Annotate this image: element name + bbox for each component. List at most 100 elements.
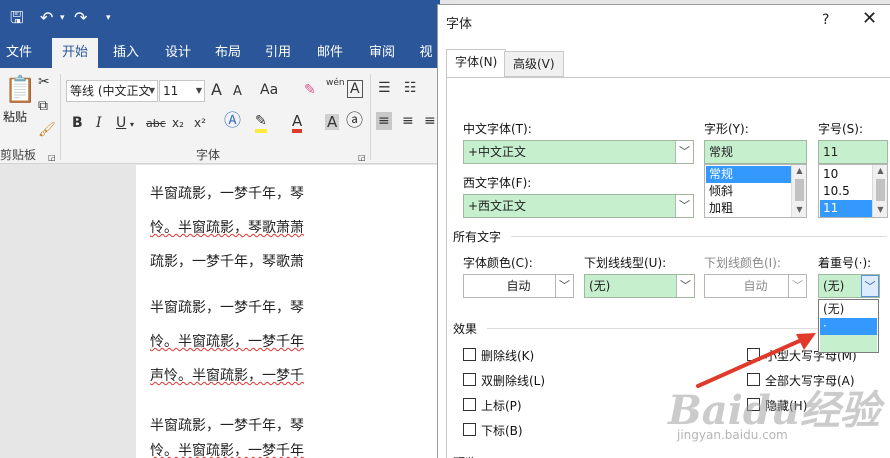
chevron-down-icon[interactable]: ▾: [130, 117, 134, 133]
align-left-icon[interactable]: ≡: [376, 112, 392, 130]
tab-insert[interactable]: 插入: [106, 38, 146, 68]
char-shading-icon[interactable]: A: [325, 114, 340, 130]
chevron-down-icon[interactable]: ﹀: [676, 275, 694, 297]
grow-font-icon[interactable]: A: [211, 82, 222, 98]
font-color-label: 字体颜色(C):: [463, 256, 533, 270]
chevron-down-icon[interactable]: ﹀: [675, 195, 693, 217]
enclose-char-icon[interactable]: ⓐ: [346, 113, 363, 130]
underline-style-select[interactable]: (无) ﹀: [584, 274, 695, 298]
underline-icon[interactable]: U: [116, 115, 126, 131]
scroll-up-icon[interactable]: ▲: [873, 166, 887, 175]
bold-icon[interactable]: B: [72, 115, 83, 131]
subscript-icon[interactable]: x₂: [172, 115, 184, 131]
align-center-icon[interactable]: ≡: [402, 113, 414, 129]
format-painter-icon[interactable]: 🖌: [38, 122, 56, 138]
subscript-checkbox[interactable]: [463, 423, 476, 436]
document-line-text: 怜。半窗疏影，一梦千年: [150, 334, 304, 350]
subscript-label[interactable]: 下标(B): [481, 422, 523, 439]
align-right-icon[interactable]: ≡: [424, 113, 436, 129]
paste-label[interactable]: 粘贴: [3, 108, 27, 125]
emphasis-option-none[interactable]: (无): [820, 301, 877, 318]
hidden-label[interactable]: 隐藏(H): [765, 397, 807, 414]
customize-toolbar-icon[interactable]: ▾: [106, 13, 111, 23]
size-scrollbar[interactable]: ▲ ▼: [872, 165, 887, 217]
all-caps-checkbox[interactable]: [747, 373, 760, 386]
hidden-checkbox[interactable]: [747, 398, 760, 411]
font-name-combo[interactable]: 等线 (中文正文 ▼: [66, 80, 158, 102]
tab-home[interactable]: 开始: [52, 38, 98, 68]
small-caps-checkbox[interactable]: [747, 348, 760, 361]
style-list[interactable]: 常规 倾斜 加粗 ▲ ▼: [704, 164, 807, 218]
list-item[interactable]: 10.5: [820, 183, 873, 200]
undo-icon[interactable]: ↶: [40, 9, 53, 27]
char-border-icon[interactable]: A: [347, 80, 363, 98]
italic-icon[interactable]: I: [96, 115, 102, 131]
close-button[interactable]: ✕: [862, 10, 877, 28]
preview-section-label: 预览: [453, 454, 477, 458]
emphasis-option-dot[interactable]: ·: [820, 318, 877, 335]
scroll-thumb[interactable]: [795, 179, 804, 201]
scroll-thumb[interactable]: [876, 179, 885, 201]
bullets-icon[interactable]: ☰: [378, 80, 391, 96]
save-icon[interactable]: 🖫: [10, 9, 24, 27]
emphasis-dropdown-list[interactable]: (无) ·: [818, 299, 879, 353]
style-scrollbar[interactable]: ▲ ▼: [791, 165, 806, 217]
style-input[interactable]: 常规: [704, 140, 807, 164]
superscript-icon[interactable]: x²: [194, 115, 206, 131]
scroll-up-icon[interactable]: ▲: [792, 166, 806, 175]
clipboard-launcher-icon[interactable]: ◲: [48, 150, 56, 166]
chevron-down-icon[interactable]: ﹀: [861, 275, 879, 297]
help-button[interactable]: ?: [822, 12, 829, 28]
cut-icon[interactable]: ✂: [38, 74, 50, 90]
scroll-down-icon[interactable]: ▼: [873, 205, 887, 214]
change-case-icon[interactable]: Aa: [260, 82, 278, 98]
scroll-down-icon[interactable]: ▼: [792, 205, 806, 214]
all-caps-label[interactable]: 全部大写字母(A): [765, 372, 855, 389]
tab-mailings[interactable]: 邮件: [310, 38, 350, 68]
font-size-combo[interactable]: 11 ▼: [159, 80, 205, 102]
superscript-label[interactable]: 上标(P): [481, 397, 522, 414]
font-color-icon[interactable]: A: [292, 113, 303, 133]
western-font-select[interactable]: +西文正文 ﹀: [463, 194, 694, 218]
strikethrough-checkbox[interactable]: [463, 348, 476, 361]
double-strikethrough-label[interactable]: 双删除线(L): [481, 372, 545, 389]
list-item[interactable]: 加粗: [706, 200, 792, 217]
highlight-icon[interactable]: ✎: [255, 113, 267, 133]
document-line-text: 声怜。半窗疏影，一梦千: [150, 368, 304, 384]
paste-icon[interactable]: 📋: [4, 76, 36, 104]
tab-advanced[interactable]: 高级(V): [504, 51, 564, 77]
tab-view[interactable]: 视: [412, 38, 440, 68]
chevron-down-icon[interactable]: ﹀: [675, 141, 693, 163]
chinese-font-select[interactable]: +中文正文 ﹀: [463, 140, 694, 164]
list-item[interactable]: 11: [820, 200, 873, 217]
numbering-icon[interactable]: ☷: [404, 80, 417, 96]
tab-references[interactable]: 引用: [258, 38, 298, 68]
style-value: 常规: [709, 145, 734, 159]
chevron-down-icon[interactable]: ﹀: [555, 275, 573, 297]
shrink-font-icon[interactable]: A: [233, 84, 242, 100]
superscript-checkbox[interactable]: [463, 398, 476, 411]
redo-icon[interactable]: ↷: [74, 9, 87, 27]
list-item[interactable]: 倾斜: [706, 183, 792, 200]
clear-formatting-icon[interactable]: ✎: [304, 82, 316, 98]
list-item[interactable]: 10: [820, 166, 873, 183]
double-strikethrough-checkbox[interactable]: [463, 373, 476, 386]
tab-design[interactable]: 设计: [158, 38, 198, 68]
list-item[interactable]: 常规: [706, 166, 792, 183]
copy-icon[interactable]: ⧉: [38, 98, 48, 114]
tab-font[interactable]: 字体(N): [446, 49, 507, 78]
undo-dropdown-icon[interactable]: ▾: [60, 13, 65, 23]
emphasis-select[interactable]: (无) ﹀: [818, 274, 880, 298]
tab-review[interactable]: 审阅: [362, 38, 402, 68]
strikethrough-label[interactable]: 删除线(K): [481, 347, 534, 364]
tab-file[interactable]: 文件: [0, 38, 38, 68]
text-effects-icon[interactable]: Ⓐ: [224, 113, 241, 130]
font-color-select[interactable]: 自动 ﹀: [463, 274, 574, 298]
size-list[interactable]: 10 10.5 11 ▲ ▼: [818, 164, 888, 218]
phonetic-guide-icon[interactable]: wén: [326, 78, 345, 88]
font-dialog-launcher-icon[interactable]: ◲: [358, 150, 366, 166]
emphasis-option-empty[interactable]: [820, 335, 877, 352]
strikethrough-icon[interactable]: abc: [146, 116, 166, 132]
size-input[interactable]: 11: [818, 140, 888, 164]
tab-layout[interactable]: 布局: [208, 38, 248, 68]
